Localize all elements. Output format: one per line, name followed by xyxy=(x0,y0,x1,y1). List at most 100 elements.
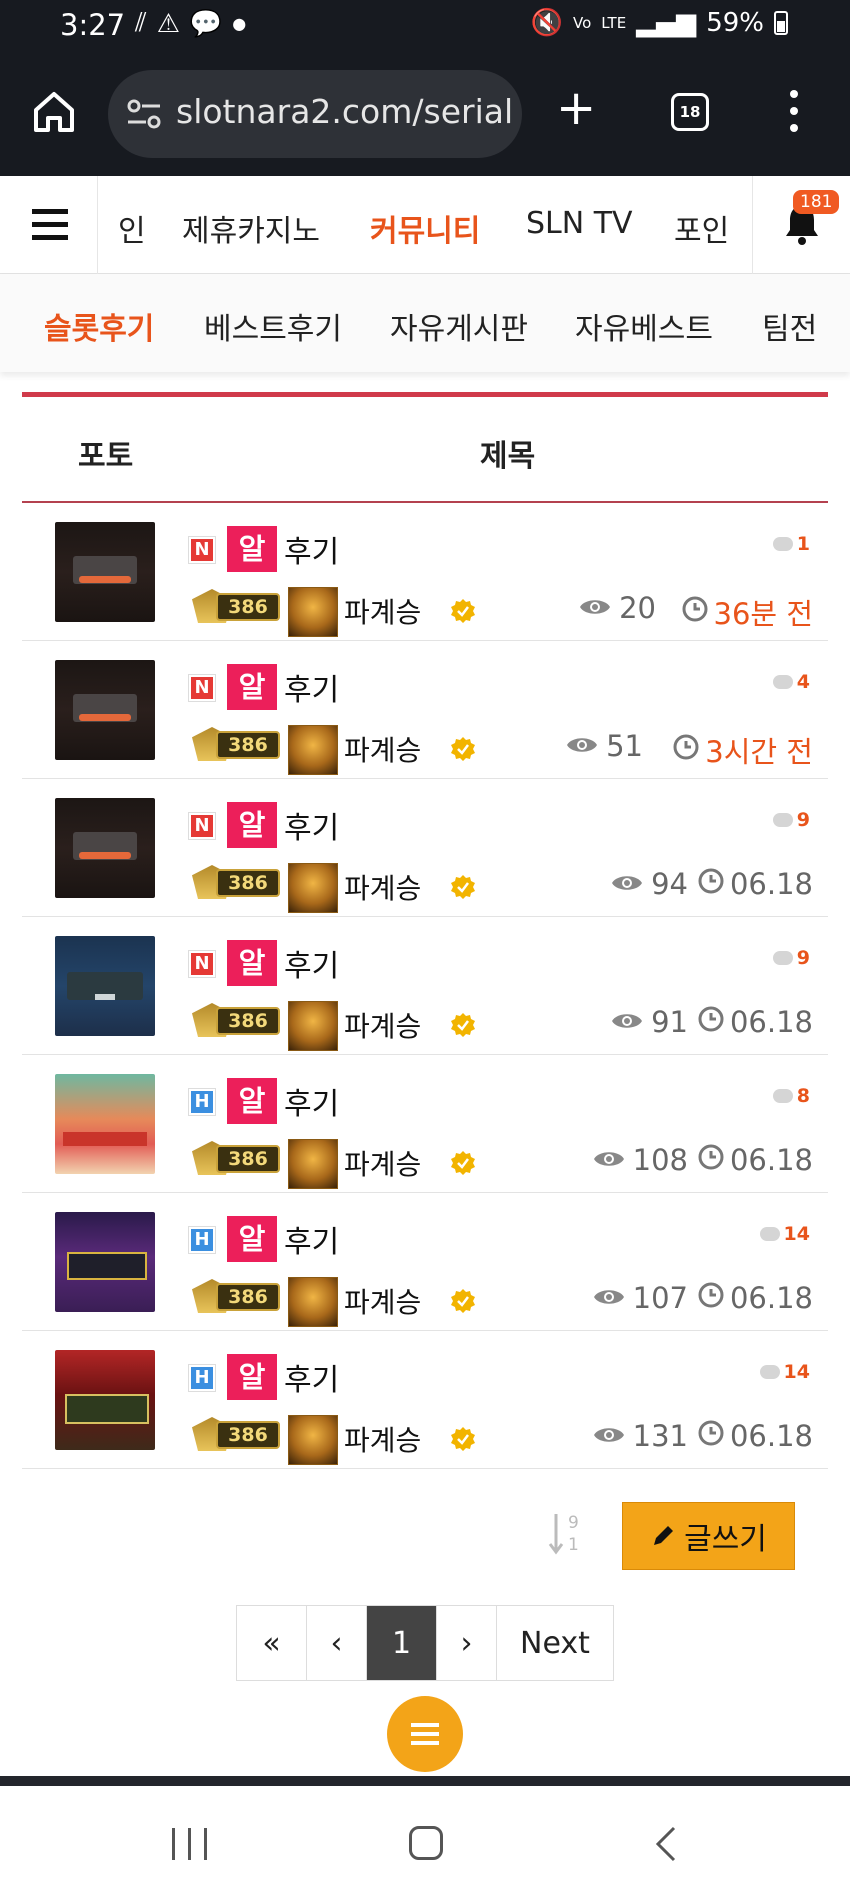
post-time: 06.18 xyxy=(698,1143,813,1177)
post-title[interactable]: 후기 xyxy=(284,527,339,571)
url-text[interactable]: slotnara2.com/serial xyxy=(176,92,513,131)
post-time-value: 06.18 xyxy=(729,867,813,901)
post-title[interactable]: 후기 xyxy=(284,1079,339,1123)
post-badge: N xyxy=(188,950,216,978)
data-saver-icon: ⫽ xyxy=(135,8,147,38)
author-name[interactable]: 파계승 xyxy=(344,1419,421,1459)
post-row[interactable]: H 알 후기 8 386 파계승 108 06.18 xyxy=(22,1055,828,1193)
post-time-value: 06.18 xyxy=(729,1005,813,1039)
avatar[interactable] xyxy=(288,725,338,775)
post-thumbnail[interactable] xyxy=(55,1350,155,1450)
post-tag: 알 xyxy=(227,526,277,572)
avatar[interactable] xyxy=(288,1139,338,1189)
nav-item-community[interactable]: 커뮤니티 xyxy=(370,206,480,250)
recent-apps-icon[interactable] xyxy=(172,1828,208,1860)
more-menu-icon[interactable] xyxy=(790,90,798,134)
post-title[interactable]: 후기 xyxy=(284,941,339,985)
post-title[interactable]: 후기 xyxy=(284,665,339,709)
post-row[interactable]: H 알 후기 14 386 파계승 131 06.18 xyxy=(22,1331,828,1469)
comment-count: 14 xyxy=(759,1223,810,1245)
site-settings-icon[interactable] xyxy=(126,98,162,130)
address-bar[interactable]: slotnara2.com/serial xyxy=(108,70,522,158)
post-row[interactable]: N 알 후기 1 386 파계승 20 36분 전 xyxy=(22,503,828,641)
home-button-icon[interactable] xyxy=(409,1826,443,1860)
author-name[interactable]: 파계승 xyxy=(344,1005,421,1045)
post-time-value: 06.18 xyxy=(729,1419,813,1453)
post-row[interactable]: H 알 후기 14 386 파계승 107 06.18 xyxy=(22,1193,828,1331)
author-name[interactable]: 파계승 xyxy=(344,1143,421,1183)
eye-icon xyxy=(593,1281,625,1315)
comment-count-value: 9 xyxy=(796,947,810,969)
post-thumbnail[interactable] xyxy=(55,1212,155,1312)
post-time-value: 06.18 xyxy=(729,1281,813,1315)
floating-menu-button[interactable] xyxy=(387,1696,463,1772)
back-icon[interactable] xyxy=(654,1826,678,1862)
comment-count-value: 14 xyxy=(783,1361,810,1383)
tab-free-board[interactable]: 자유게시판 xyxy=(390,304,528,348)
home-icon[interactable] xyxy=(30,88,78,136)
board-header: 포토 제목 xyxy=(22,397,828,503)
volte-icon: Vo xyxy=(572,14,592,32)
system-icons: 🔇 Vo LTE ▂▄▆ 59% xyxy=(531,8,788,38)
post-time: 36분 전 xyxy=(682,591,813,633)
tab-free-best[interactable]: 자유베스트 xyxy=(575,304,713,348)
new-tab-icon[interactable]: + xyxy=(556,84,596,132)
author-name[interactable]: 파계승 xyxy=(344,1281,421,1321)
network-type: LTE xyxy=(601,14,627,32)
post-thumbnail[interactable] xyxy=(55,798,155,898)
avatar[interactable] xyxy=(288,1001,338,1051)
clock-icon xyxy=(698,1143,724,1177)
post-row[interactable]: N 알 후기 9 386 파계승 94 06.18 xyxy=(22,779,828,917)
tab-slot-reviews[interactable]: 슬롯후기 xyxy=(44,304,154,348)
post-tag: 알 xyxy=(227,1216,277,1262)
view-count: 20 xyxy=(579,591,656,625)
post-thumbnail[interactable] xyxy=(55,660,155,760)
post-time: 06.18 xyxy=(698,1419,813,1453)
tab-switcher-button[interactable]: 18 xyxy=(671,93,709,131)
post-row[interactable]: N 알 후기 4 386 파계승 51 3시간 전 xyxy=(22,641,828,779)
nav-item-point[interactable]: 포인 xyxy=(674,206,729,250)
post-badge: N xyxy=(188,674,216,702)
avatar[interactable] xyxy=(288,1277,338,1327)
tab-best-reviews[interactable]: 베스트후기 xyxy=(204,304,342,348)
nav-item-partial[interactable]: 인 xyxy=(118,206,146,250)
write-button[interactable]: 글쓰기 xyxy=(622,1502,795,1570)
next-page-button[interactable]: Next xyxy=(497,1606,613,1680)
post-thumbnail[interactable] xyxy=(55,1074,155,1174)
author-name[interactable]: 파계승 xyxy=(344,591,421,631)
nav-item-sln-tv[interactable]: SLN TV xyxy=(526,206,633,241)
comment-icon xyxy=(772,537,793,551)
post-title[interactable]: 후기 xyxy=(284,803,339,847)
menu-icon[interactable] xyxy=(0,176,98,274)
post-row[interactable]: N 알 후기 9 386 파계승 91 06.18 xyxy=(22,917,828,1055)
comment-count-value: 8 xyxy=(796,1085,810,1107)
prev-page-button[interactable]: ‹ xyxy=(307,1606,367,1680)
notification-button[interactable]: 181 xyxy=(752,176,850,274)
sort-icon[interactable]: 9 1 xyxy=(548,1510,584,1556)
post-tag: 알 xyxy=(227,940,277,986)
current-page[interactable]: 1 xyxy=(367,1606,437,1680)
nav-item-partner-casino[interactable]: 제휴카지노 xyxy=(182,206,320,250)
first-page-button[interactable]: « xyxy=(237,1606,307,1680)
avatar[interactable] xyxy=(288,863,338,913)
clock-icon xyxy=(673,733,699,767)
comment-icon xyxy=(759,1365,780,1379)
view-count: 131 xyxy=(593,1419,688,1453)
post-title[interactable]: 후기 xyxy=(284,1217,339,1261)
verified-icon xyxy=(450,1288,476,1314)
post-badge: H xyxy=(188,1226,216,1254)
clock-icon xyxy=(698,1281,724,1315)
tab-team[interactable]: 팀전 xyxy=(762,304,817,348)
author-name[interactable]: 파계승 xyxy=(344,867,421,907)
post-badge: H xyxy=(188,1364,216,1392)
next-page-arrow[interactable]: › xyxy=(437,1606,497,1680)
avatar[interactable] xyxy=(288,1415,338,1465)
post-title[interactable]: 후기 xyxy=(284,1355,339,1399)
chat-icon: 💬 xyxy=(189,8,223,39)
eye-icon xyxy=(611,867,643,901)
post-thumbnail[interactable] xyxy=(55,936,155,1036)
post-thumbnail[interactable] xyxy=(55,522,155,622)
avatar[interactable] xyxy=(288,587,338,637)
comment-count: 8 xyxy=(772,1085,810,1107)
author-name[interactable]: 파계승 xyxy=(344,729,421,769)
